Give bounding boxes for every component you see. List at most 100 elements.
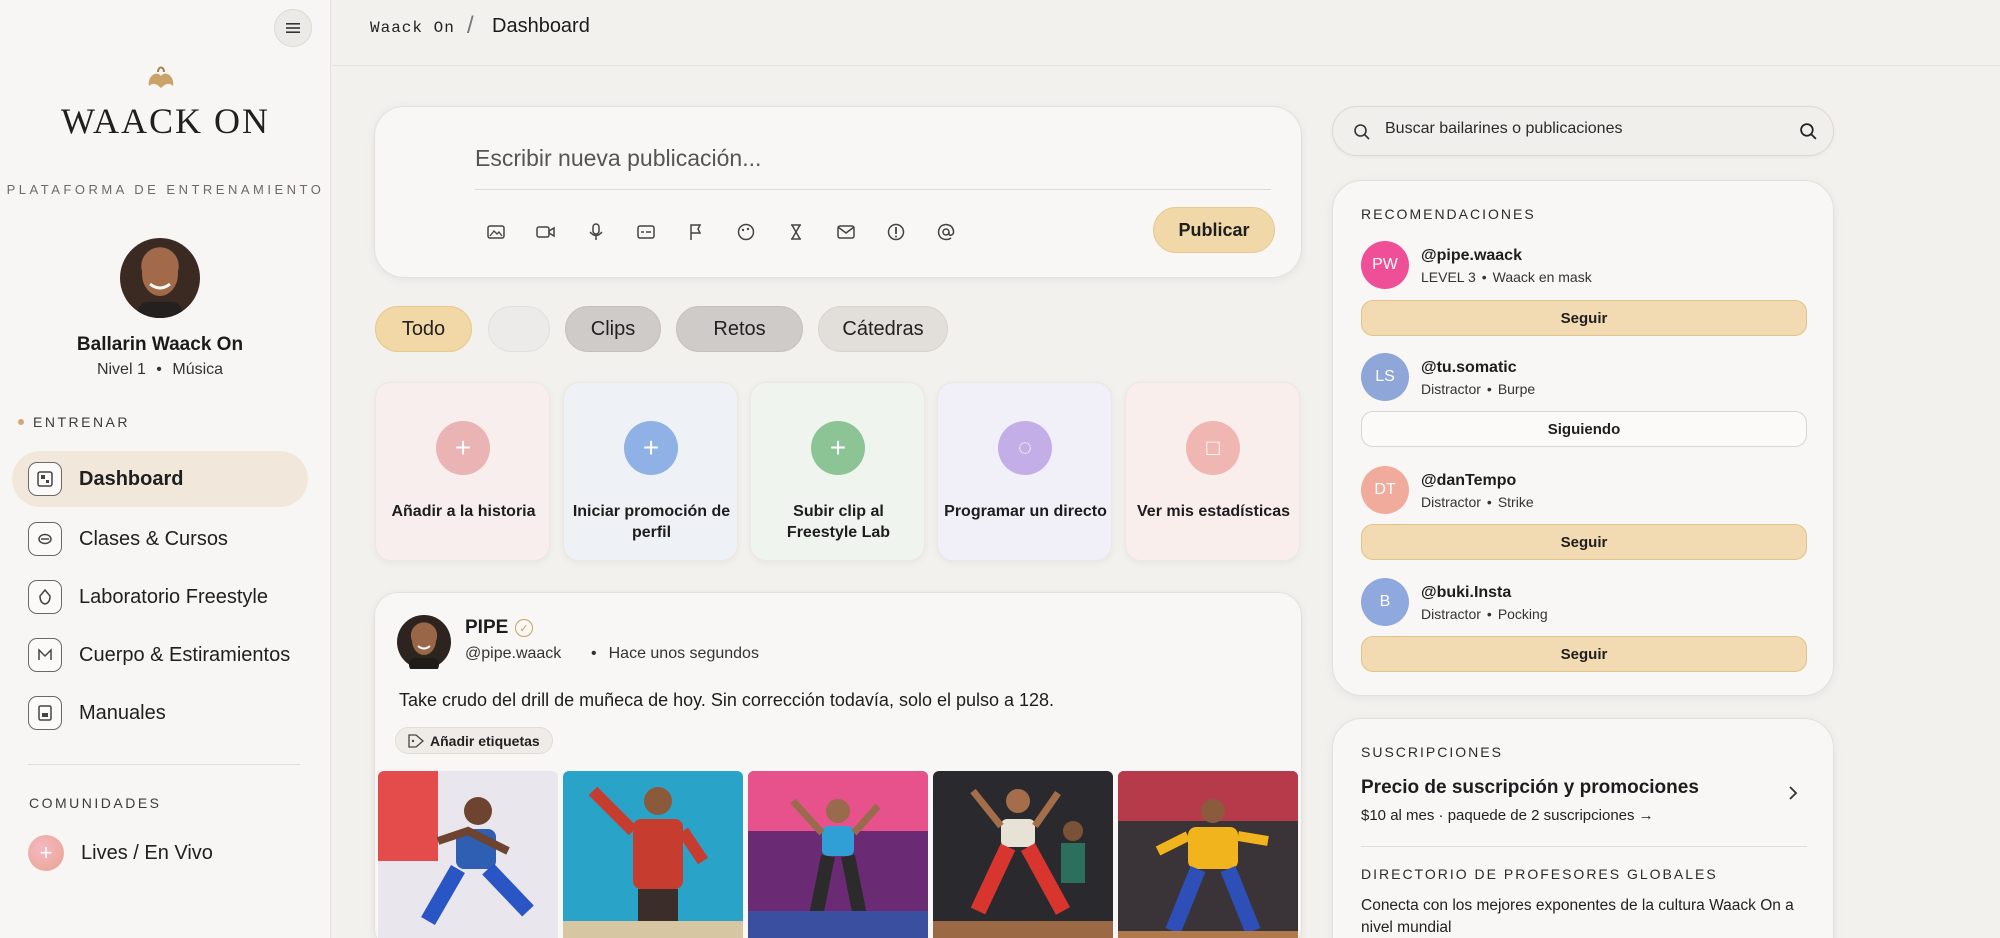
avatar[interactable]: B bbox=[1361, 578, 1409, 626]
quick-action-stats[interactable]: □ Ver mis estadísticas bbox=[1125, 382, 1300, 561]
follow-button[interactable]: Seguir bbox=[1361, 300, 1807, 336]
quick-action-label: Añadir a la historia bbox=[391, 503, 536, 520]
timer-icon[interactable] bbox=[783, 219, 809, 245]
search-input[interactable] bbox=[1385, 120, 1785, 138]
hamburger-icon bbox=[286, 23, 300, 33]
composer-input[interactable]: Escribir nueva publicación... bbox=[475, 145, 761, 172]
post-image[interactable] bbox=[563, 771, 743, 938]
meta-separator: • bbox=[1486, 381, 1492, 397]
subscriptions-title: SUSCRIPCIONES bbox=[1361, 744, 1503, 760]
logo-text: WAACK ON bbox=[61, 101, 270, 141]
rec-handle[interactable]: @danTempo bbox=[1421, 472, 1516, 490]
menu-button[interactable] bbox=[274, 9, 312, 47]
plus-icon: + bbox=[624, 421, 678, 475]
sidebar-item-dashboard[interactable]: Dashboard bbox=[12, 451, 308, 507]
add-tags-button[interactable]: Añadir etiquetas bbox=[395, 727, 553, 754]
loading-circle-icon: ◌ bbox=[998, 421, 1052, 475]
chevron-right-icon[interactable] bbox=[1785, 785, 1801, 801]
rec-meta: Distractor • Burpe bbox=[1421, 381, 1535, 397]
mail-icon[interactable] bbox=[833, 219, 859, 245]
flag-icon[interactable] bbox=[683, 219, 709, 245]
quick-action-add-story[interactable]: + Añadir a la historia bbox=[375, 382, 550, 561]
user-avatar[interactable] bbox=[120, 238, 200, 318]
following-button[interactable]: Siguiendo bbox=[1361, 411, 1807, 447]
rec-handle[interactable]: @tu.somatic bbox=[1421, 359, 1517, 377]
rec-handle[interactable]: @buki.Insta bbox=[1421, 584, 1511, 602]
user-level: Nivel 1 bbox=[96, 361, 146, 378]
filter-chip-blank[interactable] bbox=[488, 306, 550, 352]
user-name: Ballarin Waack On bbox=[76, 334, 244, 355]
sidebar-item-label: Lives / En Vivo bbox=[81, 841, 213, 864]
add-tags-label: Añadir etiquetas bbox=[430, 732, 540, 749]
rec-meta: Distractor • Pocking bbox=[1421, 606, 1548, 622]
filter-chip-catedras[interactable]: Cátedras bbox=[818, 306, 948, 352]
quick-action-label: Subir clip al Freestyle Lab bbox=[786, 503, 891, 541]
image-icon[interactable] bbox=[483, 219, 509, 245]
sidebar-item-label: Cuerpo & Estiramientos bbox=[79, 643, 291, 666]
post-image[interactable] bbox=[1118, 771, 1298, 938]
sidebar-item-classes[interactable]: Clases & Cursos bbox=[12, 511, 308, 567]
post-image[interactable] bbox=[933, 771, 1113, 938]
post-body: Take crudo del drill de muñeca de hoy. S… bbox=[399, 690, 1055, 710]
caption-icon[interactable] bbox=[633, 219, 659, 245]
classes-icon bbox=[28, 522, 62, 556]
post-author-name[interactable]: PIPE bbox=[465, 617, 508, 639]
meta-separator: • bbox=[1481, 269, 1487, 285]
mic-icon[interactable] bbox=[583, 219, 609, 245]
post-author-handle[interactable]: @pipe.waack bbox=[465, 645, 561, 663]
quick-action-promote-profile[interactable]: + Iniciar promoción de perfil bbox=[563, 382, 738, 561]
quick-action-schedule-live[interactable]: ◌ Programar un directo bbox=[937, 382, 1112, 561]
rec-role: Distractor bbox=[1421, 494, 1481, 510]
meta-separator: • bbox=[591, 645, 597, 662]
avatar[interactable]: LS bbox=[1361, 353, 1409, 401]
avatar[interactable]: DT bbox=[1361, 466, 1409, 514]
follow-button[interactable]: Seguir bbox=[1361, 636, 1807, 672]
follow-button[interactable]: Seguir bbox=[1361, 524, 1807, 560]
tip-icon[interactable] bbox=[883, 219, 909, 245]
section-communities-label: COMUNIDADES bbox=[29, 795, 162, 811]
section-dot bbox=[18, 419, 24, 425]
quick-action-label: Iniciar promoción de perfil bbox=[572, 503, 731, 541]
video-icon[interactable] bbox=[533, 219, 559, 245]
rec-role: Distractor bbox=[1421, 606, 1481, 622]
rec-style: Burpe bbox=[1497, 381, 1536, 397]
quick-action-upload-clip[interactable]: + Subir clip al Freestyle Lab bbox=[750, 382, 925, 561]
breadcrumb-separator: / bbox=[467, 12, 474, 39]
filter-chip-retos[interactable]: Retos bbox=[676, 306, 803, 352]
post-image[interactable] bbox=[378, 771, 558, 938]
search-submit-icon[interactable] bbox=[1799, 122, 1818, 141]
post-composer: Escribir nueva publicación... Publicar bbox=[374, 106, 1302, 278]
post-author-avatar[interactable] bbox=[397, 615, 451, 672]
composer-divider bbox=[475, 189, 1271, 190]
breadcrumb-root[interactable]: Waack On bbox=[370, 19, 455, 37]
square-icon: □ bbox=[1186, 421, 1240, 475]
sidebar-item-body[interactable]: Cuerpo & Estiramientos bbox=[12, 627, 308, 683]
verified-icon: ✓ bbox=[515, 619, 533, 637]
filter-chip-todo[interactable]: Todo bbox=[375, 306, 472, 352]
avatar[interactable]: PW bbox=[1361, 241, 1409, 289]
breadcrumb-current: Dashboard bbox=[492, 15, 590, 37]
sidebar-item-lives[interactable]: + Lives / En Vivo bbox=[12, 825, 308, 881]
subscription-meta[interactable]: $10 al mes · paquede de 2 suscripciones … bbox=[1361, 807, 1654, 824]
quick-action-label: Ver mis estadísticas bbox=[1137, 503, 1290, 520]
search-bar bbox=[1332, 106, 1834, 156]
filter-chip-clips[interactable]: Clips bbox=[565, 306, 661, 352]
section-train-label: ENTRENAR bbox=[33, 414, 131, 430]
subscription-heading[interactable]: Precio de suscripción y promociones bbox=[1361, 777, 1699, 799]
sidebar-item-manuals[interactable]: Manuales bbox=[12, 685, 308, 741]
directory-title: DIRECTORIO DE PROFESORES GLOBALES bbox=[1361, 866, 1718, 882]
sidebar-item-freestyle-lab[interactable]: Laboratorio Freestyle bbox=[12, 569, 308, 625]
rec-meta: LEVEL 3 • Waack en mask bbox=[1421, 269, 1592, 285]
search-icon bbox=[1354, 124, 1370, 140]
logo-icon bbox=[148, 66, 174, 88]
publish-button[interactable]: Publicar bbox=[1153, 207, 1275, 253]
mention-icon[interactable] bbox=[933, 219, 959, 245]
rec-meta: Distractor • Strike bbox=[1421, 494, 1534, 510]
rec-style: Waack en mask bbox=[1492, 269, 1592, 285]
post-image[interactable] bbox=[748, 771, 928, 938]
rec-role: LEVEL 3 bbox=[1421, 269, 1476, 285]
top-header: Waack On / Dashboard bbox=[332, 0, 2000, 66]
body-icon bbox=[28, 638, 62, 672]
palette-icon[interactable] bbox=[733, 219, 759, 245]
rec-handle[interactable]: @pipe.waack bbox=[1421, 247, 1522, 265]
